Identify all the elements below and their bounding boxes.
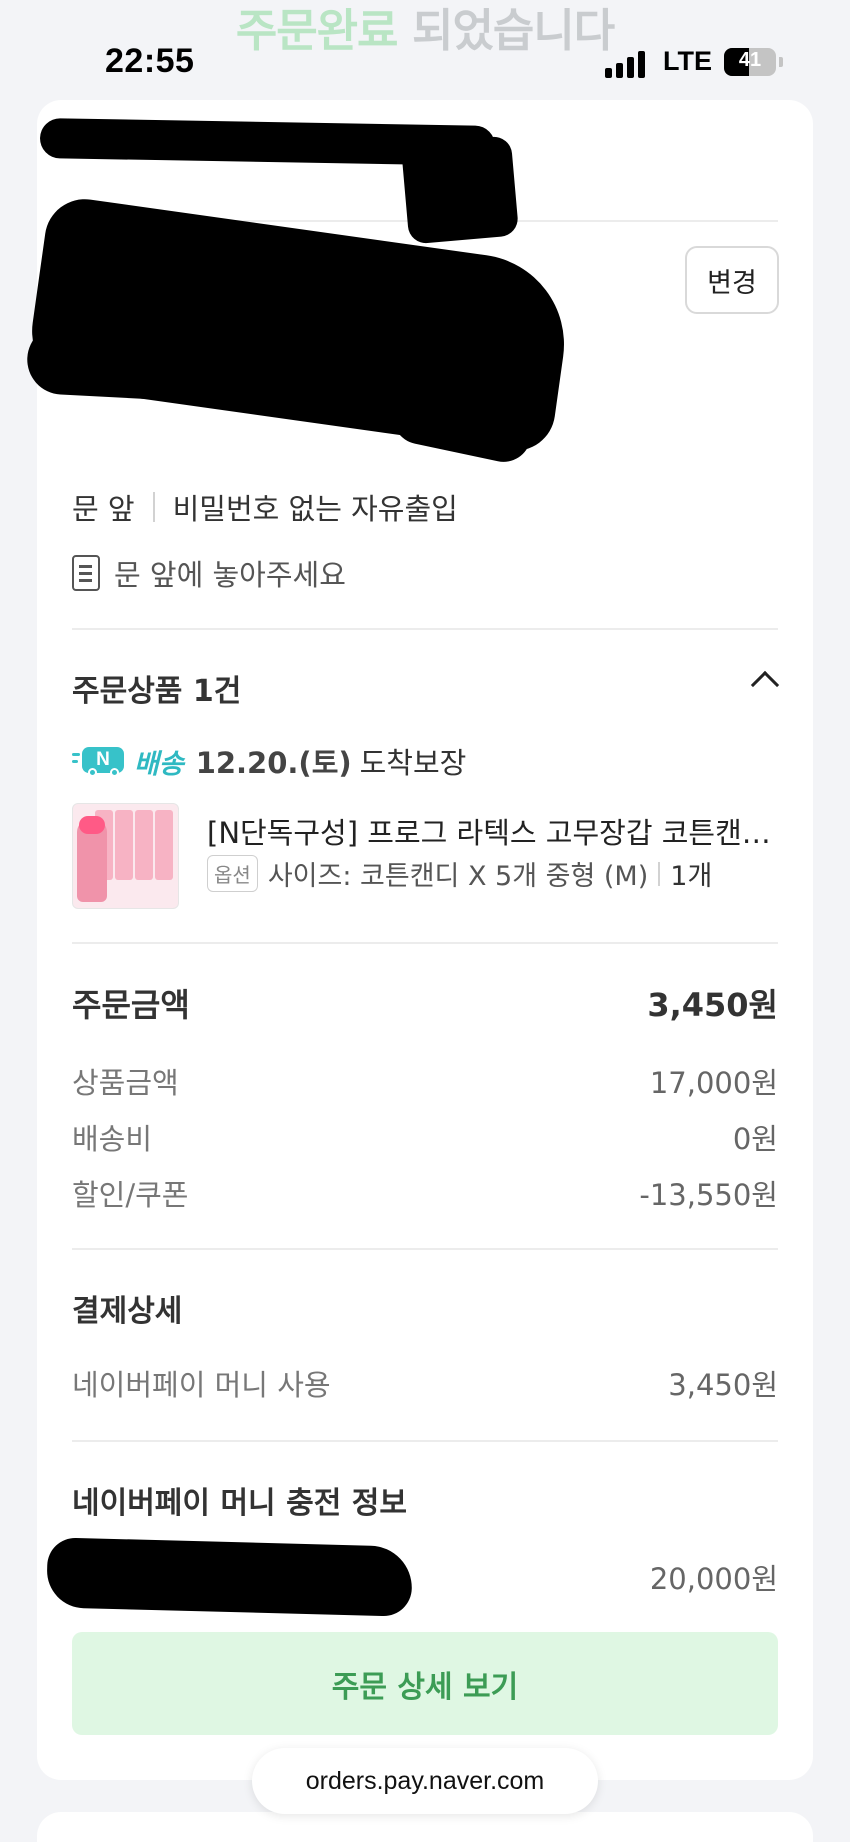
divider <box>72 1248 778 1250</box>
order-total-label: 주문금액 <box>72 986 190 1024</box>
document-icon <box>72 555 100 591</box>
chevron-up-icon[interactable] <box>750 670 780 700</box>
amount-value: -13,550원 <box>639 1178 778 1212</box>
order-summary-card: 변경 문 앞 비밀번호 없는 자유출입 문 앞에 놓아주세요 주문상품 1건 N… <box>24 100 813 1780</box>
charge-info-title: 네이버페이 머니 충전 정보 <box>72 1486 407 1521</box>
order-total-row: 주문금액 3,450원 <box>72 980 778 1026</box>
view-order-detail-button[interactable]: 주문 상세 보기 <box>72 1632 778 1735</box>
product-name[interactable]: [N단독구성] 프로그 라텍스 고무장갑 코튼캔디 X 5개 <box>207 810 777 852</box>
signal-icon <box>605 50 649 78</box>
battery-tip <box>779 57 783 67</box>
divider <box>72 628 778 630</box>
network-type: LTE <box>663 46 712 76</box>
change-address-button[interactable]: 변경 <box>685 246 779 314</box>
shipping-date: 12.20.(토) <box>195 746 352 780</box>
product-thumbnail[interactable] <box>72 803 179 909</box>
product-quantity: 1개 <box>670 861 713 892</box>
divider <box>72 1440 778 1442</box>
redacted-mark <box>400 135 520 245</box>
option-text: 사이즈: 코튼캔디 X 5개 중형 (M) <box>267 861 649 892</box>
shipping-info: N 배송 12.20.(토) 도착보장 <box>72 740 466 782</box>
battery-icon: 41 <box>724 48 776 76</box>
amount-row-shipping: 배송비 0원 <box>72 1116 778 1158</box>
redacted-mark <box>46 1537 413 1617</box>
amount-label: 배송비 <box>72 1122 153 1156</box>
amount-value: 17,000원 <box>649 1066 778 1100</box>
order-items-title: 주문상품 1건 <box>72 674 242 709</box>
delivery-location: 문 앞 비밀번호 없는 자유출입 <box>72 486 458 528</box>
amount-label: 할인/쿠폰 <box>72 1178 189 1212</box>
battery-level: 41 <box>738 49 762 71</box>
status-bar: 22:55 LTE 41 <box>0 38 850 88</box>
next-card <box>37 1812 813 1842</box>
payment-method-label: 네이버페이 머니 사용 <box>72 1368 331 1402</box>
amount-label: 상품금액 <box>72 1066 179 1100</box>
separator <box>152 492 155 522</box>
product-option: 옵션 사이즈: 코튼캔디 X 5개 중형 (M) 1개 <box>207 854 712 893</box>
payment-detail-title: 결제상세 <box>72 1294 183 1329</box>
payment-method-value: 3,450원 <box>668 1368 778 1402</box>
delivery-memo: 문 앞에 놓아주세요 <box>72 552 346 594</box>
browser-url-bar[interactable]: orders.pay.naver.com <box>252 1748 598 1814</box>
shipping-guarantee: 도착보장 <box>359 746 467 780</box>
order-total-value: 3,450원 <box>647 986 778 1024</box>
divider <box>72 942 778 944</box>
delivery-truck-icon: N <box>72 745 126 777</box>
shipping-label: 배송 <box>134 748 184 780</box>
payment-method-row: 네이버페이 머니 사용 3,450원 <box>72 1362 778 1404</box>
memo-text: 문 앞에 놓아주세요 <box>114 558 346 592</box>
amount-row-discount: 할인/쿠폰 -13,550원 <box>72 1172 778 1214</box>
entrance-method: 비밀번호 없는 자유출입 <box>172 492 458 526</box>
charge-info-value: 20,000원 <box>649 1562 778 1596</box>
amount-value: 0원 <box>732 1122 778 1156</box>
option-badge: 옵션 <box>207 855 258 892</box>
status-time: 22:55 <box>105 42 195 80</box>
separator <box>658 861 661 886</box>
door-location: 문 앞 <box>72 492 135 526</box>
amount-row-product: 상품금액 17,000원 <box>72 1060 778 1102</box>
